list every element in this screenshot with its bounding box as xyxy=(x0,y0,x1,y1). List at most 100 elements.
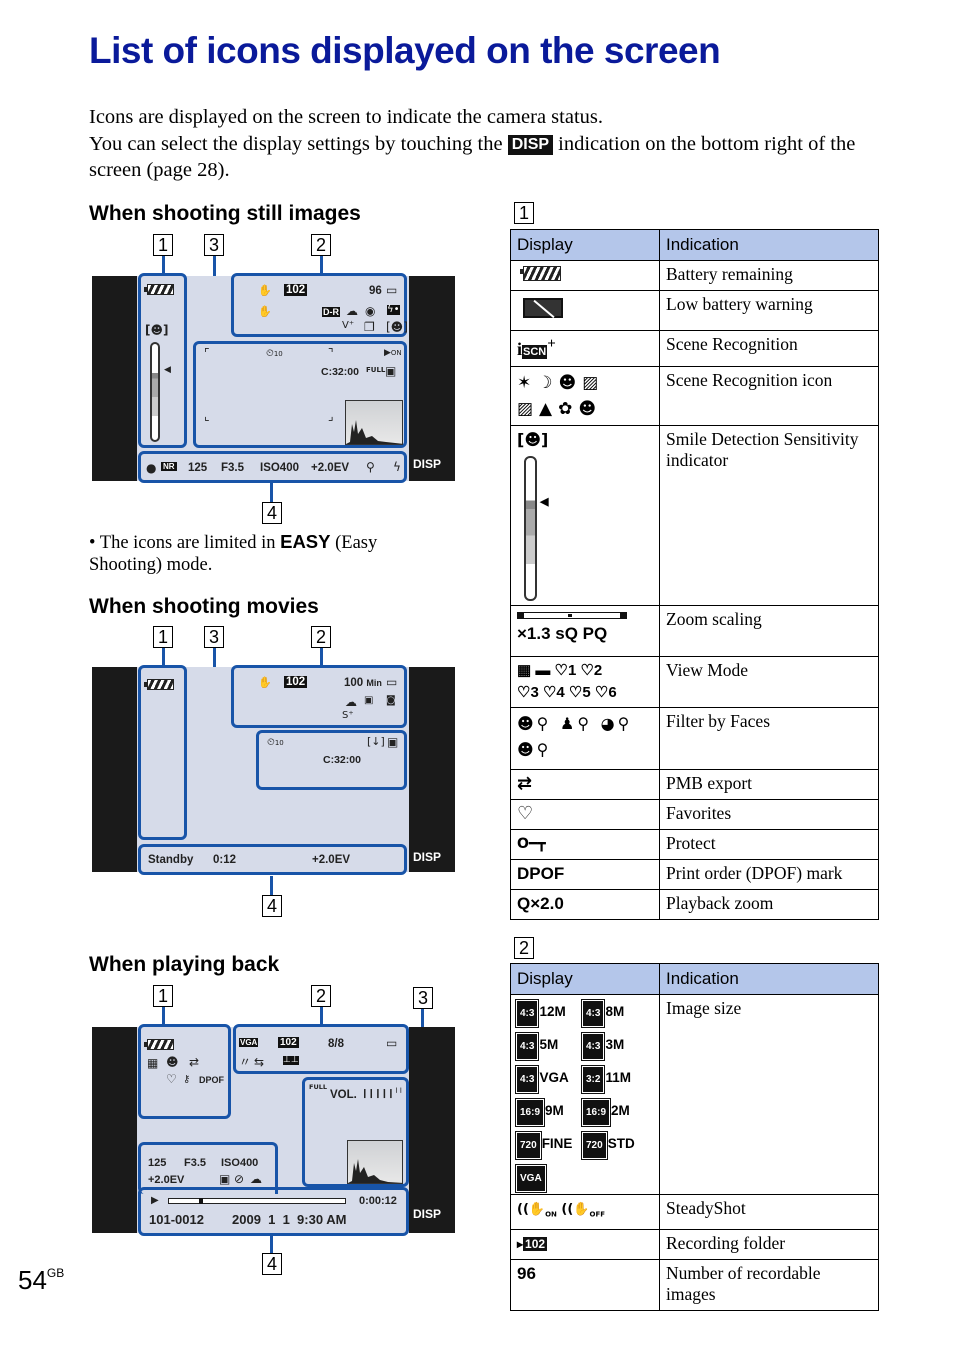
steadyshot-on-icon: ✋ xyxy=(258,284,272,297)
burst-icon: ❐ xyxy=(364,320,375,334)
buffer-full-icon: FULL xyxy=(366,366,386,374)
smile-sensitivity-bar xyxy=(524,456,537,601)
shots-remaining: 96 xyxy=(369,285,382,297)
image-size-label: 2M xyxy=(611,1103,630,1118)
callout-3: 3 xyxy=(413,987,433,1009)
callout-4: 4 xyxy=(262,895,282,917)
image-size-option: 4:3 12M xyxy=(514,999,583,1028)
table-row: ▦ ▬ ♡1 ♡2 ♡3 ♡4 ♡5 ♡6 View Mode xyxy=(510,656,879,708)
metering-icon: ◙ xyxy=(386,695,396,706)
buffer-full-icon: FULL xyxy=(309,1083,328,1091)
intro-line-1: Icons are displayed on the screen to ind… xyxy=(89,106,604,128)
folder-icon: 102 xyxy=(278,1037,299,1048)
callout-1: 1 xyxy=(153,985,173,1007)
zone-3: ⏲10 [↓] ▣ C:32:00 xyxy=(256,730,407,790)
metering-icon: ▣ xyxy=(385,364,397,378)
movie-screen-mockup: DISP ✋ 102 100 Min ▭ ☁ ▣ ◙ S⁺ ⏲10 [↓] ▣ … xyxy=(92,665,455,875)
image-size-label: 12M xyxy=(539,1004,566,1019)
pmb-export-icon: ⇄ xyxy=(189,1055,200,1069)
clock-readout: C:32:00 xyxy=(323,754,361,766)
image-count: 8/8 xyxy=(328,1038,344,1050)
scene-recognition-icon: iSCN+ xyxy=(517,336,556,359)
recordable-images-count: 96 xyxy=(517,1263,536,1283)
callout-2: 2 xyxy=(311,626,331,648)
dpof-icon: DPOF xyxy=(199,1075,225,1085)
memory-card-icon: ▭ xyxy=(386,283,398,297)
pointer-icon: ◀ xyxy=(540,496,549,508)
table-row: ☻⚲ ♟⚲ ◕⚲ ☻⚲ Filter by Faces xyxy=(510,707,879,770)
zone-4: Standby 0:12 +2.0EV xyxy=(138,844,407,875)
zone-4: ▶ 0:00:12 101-0012 2009 1 1 9:30 AM xyxy=(138,1187,409,1236)
disp-badge: DISP xyxy=(507,134,554,155)
zone-1: ▦ ☻ ⇄ ♡ ⚷ DPOF xyxy=(138,1024,231,1119)
table-row: Battery remaining xyxy=(510,260,879,291)
table-row: [☻] ◀ Smile Detection Sensitivity indica… xyxy=(510,425,879,606)
face-filter-icons: ☻⚲ ♟⚲ ◕⚲ ☻⚲ xyxy=(517,714,633,759)
image-size-label: VGA xyxy=(539,1070,569,1085)
favorites-icon: ♡ xyxy=(517,803,534,824)
steadyshot-icons: ((✋ON ((✋OFF xyxy=(517,1202,606,1219)
view-mode-icons: ▦ ▬ ♡1 ♡2 ♡3 ♡4 ♡5 ♡6 xyxy=(517,662,617,701)
memory-card-icon: ▭ xyxy=(386,1036,398,1050)
image-size-option: 4:3 5M xyxy=(514,1032,583,1061)
zone-2: ✋ 102 96 ▭ ✋ D-R ☁ ◉ ϟ• V⁺ ❐ [☻] xyxy=(231,273,408,337)
aspect-ratio-badge: 4:3 xyxy=(580,1032,606,1061)
zone-1 xyxy=(138,665,187,840)
image-size-option: 16:9 9M xyxy=(514,1098,583,1127)
white-balance-icon: ☁ xyxy=(250,1172,262,1186)
playback-progress-bar[interactable] xyxy=(168,1198,346,1204)
zone-3: FULL VOL. ❙❙❙❙❙╵╵ xyxy=(302,1077,409,1187)
steadyshot-on-icon: ✋ xyxy=(258,676,272,689)
protect-icon: ⚷ xyxy=(183,1074,191,1085)
iso: ISO400 xyxy=(260,462,299,474)
remaining-time: 100 Min xyxy=(344,677,382,689)
face-detect-icon: [☻] xyxy=(386,320,408,334)
table-1-label: 1 xyxy=(514,202,534,224)
exposure-value: +2.0EV xyxy=(311,462,350,474)
disp-label: DISP xyxy=(412,457,441,471)
image-size-label: 11M xyxy=(605,1070,631,1085)
self-timer-icon: ⏲10 xyxy=(266,348,283,359)
smile-icon: [☻] xyxy=(145,323,169,337)
cloud-icon: ☁ xyxy=(346,304,358,318)
dpof-icon: DPOF xyxy=(517,864,565,883)
file-number: 101-0012 xyxy=(149,1212,204,1227)
wind-noise-icon: [↓] xyxy=(367,735,385,748)
exposure-value: +2.0EV xyxy=(148,1174,185,1186)
aspect-ratio-badge: 720 xyxy=(515,1131,542,1160)
smile-sensitivity-bar xyxy=(150,342,160,442)
easy-mode-note: • The icons are limited in EASY (Easy Sh… xyxy=(89,531,378,575)
table-row: iSCN+ Scene Recognition xyxy=(510,330,879,367)
table-row: 4:3 12M 4:3 8M 4:3 5M 4:3 3M 4:3 VGA 3:2 11M 16:9 9M 1… xyxy=(510,994,879,1195)
table-2-label: 2 xyxy=(514,937,534,959)
playback-heading: When playing back xyxy=(89,953,280,976)
image-size-label: STD xyxy=(607,1136,635,1151)
icon-table-2: Display Indication 4:3 12M 4:3 8M 4:3 5M 4:3 3M… xyxy=(510,963,879,1311)
zone-4: ● NR 125 F3.5 ISO400 +2.0EV ⚲ ϟ xyxy=(138,451,407,483)
zoom-scaling-icons: ×1.3 sQ PQ xyxy=(517,624,608,643)
zone-2: ✋ 102 100 Min ▭ ☁ ▣ ◙ S⁺ xyxy=(231,665,407,728)
folder-icon: 102 xyxy=(284,284,308,296)
scene-plus-icon: S⁺ xyxy=(342,710,354,721)
column-header-display: Display xyxy=(510,229,660,261)
elapsed-time: 0:00:12 xyxy=(359,1195,397,1207)
aspect-ratio-badge: 4:3 xyxy=(514,1065,540,1094)
image-size-option: VGA xyxy=(515,1164,583,1193)
eye-fi-icon: 〃 xyxy=(239,1055,252,1069)
volume-level-icon: ❙❙❙❙❙╵╵ xyxy=(361,1089,404,1099)
disp-label: DISP xyxy=(412,850,441,864)
face-filter-icon: ☻ xyxy=(166,1055,179,1069)
vivid-icon: V⁺ xyxy=(342,320,355,331)
nr-icon: NR xyxy=(161,462,177,471)
self-timer-icon: ⏲10 xyxy=(267,737,284,748)
progress-marker[interactable] xyxy=(198,1198,203,1204)
metering-spot-icon: ▣ xyxy=(387,735,399,749)
pmb-export-icon: ⇄ xyxy=(517,773,533,794)
image-size-label: 9M xyxy=(545,1103,564,1118)
red-eye-icon: ◉ xyxy=(365,304,376,318)
usb-icon: ⇆ xyxy=(254,1055,265,1069)
page-title: List of icons displayed on the screen xyxy=(89,30,721,71)
table-row: ▸ 102 Recording folder xyxy=(510,1228,879,1260)
scene-recognition-icons: ✶☽☻▨ ▨▲✿☻ xyxy=(517,373,605,419)
play-icon[interactable]: ▶ xyxy=(151,1196,159,1206)
